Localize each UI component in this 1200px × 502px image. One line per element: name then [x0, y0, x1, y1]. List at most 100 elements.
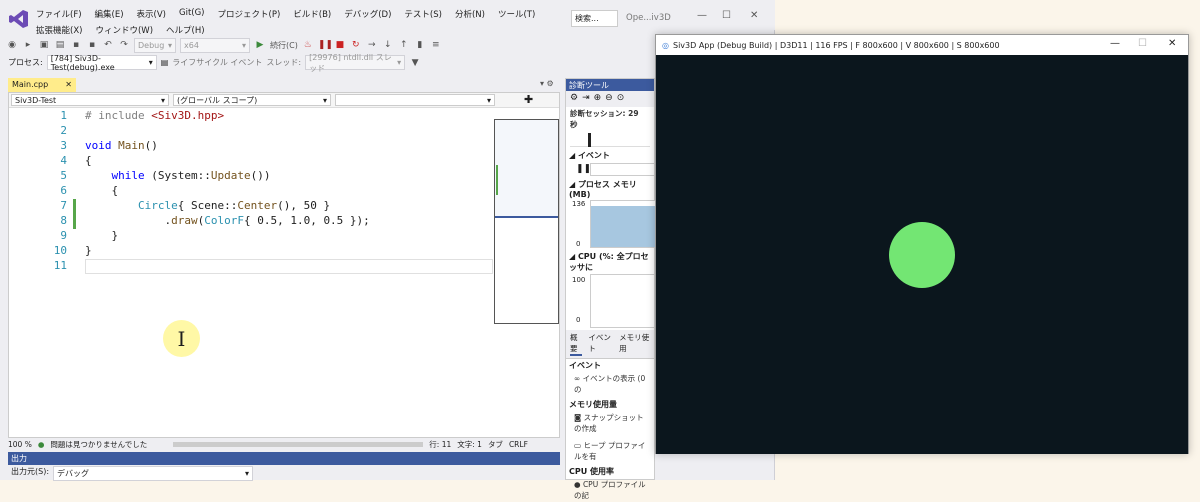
open-icon[interactable]: ▤ [54, 40, 66, 50]
split-icon[interactable]: ✚ [524, 93, 533, 106]
new-item-icon[interactable]: ▣ [38, 40, 50, 50]
save-all-icon[interactable]: ▪ [86, 40, 98, 50]
minimize-icon[interactable]: — [1110, 38, 1120, 49]
line-number: 10 [53, 244, 67, 257]
close-tab-icon[interactable]: ✕ [65, 80, 72, 90]
summary-events-heading: イベント [569, 361, 601, 370]
tab-events[interactable]: イベント [588, 332, 613, 356]
menu-edit[interactable]: 編集(E) [95, 8, 124, 20]
line-number: 4 [60, 154, 67, 167]
restart-icon[interactable]: ↻ [350, 40, 362, 50]
tab-list-chevron-icon[interactable]: ▾ ⚙ [540, 79, 554, 88]
config-select[interactable]: Debug ▾ [134, 37, 176, 53]
ok-icon: ● [37, 439, 45, 449]
close-icon[interactable]: ✕ [750, 10, 758, 21]
filter-icon[interactable]: ▼ [409, 58, 421, 68]
minimize-icon[interactable]: — [697, 10, 707, 21]
zoom-out-icon[interactable]: ⊖ [605, 93, 613, 105]
timeline-ruler[interactable] [570, 133, 650, 147]
continue-icon[interactable]: ▶ [254, 40, 266, 50]
comment-icon[interactable]: ≡ [430, 40, 442, 50]
code-line-1: # include <Siv3D.hpp> [85, 109, 225, 122]
app-canvas[interactable] [656, 55, 1188, 454]
back-icon[interactable]: ◉ [6, 40, 18, 50]
pause-icon[interactable]: ❚❚ [318, 40, 333, 50]
step-out-icon[interactable]: ↑ [398, 40, 410, 50]
menu-extensions[interactable]: 拡張機能(X) [36, 24, 82, 36]
memory-chart: 136 0 [566, 200, 656, 250]
platform-select[interactable]: x64 ▾ [180, 37, 250, 53]
process-select[interactable]: [784] Siv3D-Test(debug).exe ▾ [46, 54, 157, 72]
code-line-10: } [85, 244, 92, 257]
reset-zoom-icon[interactable]: ⊙ [617, 93, 625, 105]
green-circle [889, 222, 955, 288]
cpu-profile-link[interactable]: ● CPU プロファイルの記 [566, 478, 654, 502]
maximize-icon[interactable]: ☐ [722, 10, 731, 21]
stop-icon[interactable]: ■ [334, 40, 346, 50]
cpu-max-label: 100 [572, 276, 586, 284]
hot-reload-icon[interactable]: ♨ [302, 40, 314, 50]
issues-text[interactable]: 問題は見つかりませんでした [50, 439, 147, 450]
tab-summary[interactable]: 概要 [570, 332, 583, 356]
timeline-marker[interactable] [588, 133, 591, 147]
visual-studio-logo-icon [9, 10, 28, 28]
minimap[interactable] [494, 119, 559, 324]
export-icon[interactable]: ⇥ [582, 93, 590, 105]
output-source-select[interactable]: デバッグ ▾ [53, 466, 254, 481]
zoom-in-icon[interactable]: ⊕ [594, 93, 602, 105]
forward-icon[interactable]: ▸ [22, 40, 34, 50]
minimap-viewport[interactable] [495, 120, 558, 218]
member-dropdown[interactable]: ▾ [335, 94, 495, 106]
maximize-icon[interactable]: ☐ [1138, 38, 1147, 49]
menu-analyze[interactable]: 分析(N) [455, 8, 485, 20]
search-input[interactable]: 検索... [571, 10, 618, 27]
tab-main-cpp[interactable]: Main.cpp ✕ [8, 78, 76, 92]
project-dropdown[interactable]: Siv3D-Test ▾ [11, 94, 169, 106]
horizontal-scrollbar[interactable] [173, 441, 424, 447]
pause-icon[interactable]: ❚❚ [576, 164, 591, 174]
save-icon[interactable]: ▪ [70, 40, 82, 50]
bookmark-icon[interactable]: ▮ [414, 40, 426, 50]
menu-file[interactable]: ファイル(F) [36, 8, 82, 20]
show-events-link[interactable]: ∞ イベントの表示 (0 の [566, 372, 654, 396]
menu-project[interactable]: プロジェクト(P) [218, 8, 281, 20]
code-line-5: while (System::Update()) [85, 169, 271, 182]
settings-icon[interactable]: ⚙ [570, 93, 578, 105]
take-snapshot-link[interactable]: ◙ スナップショットの作成 [566, 411, 654, 435]
step-over-icon[interactable]: → [366, 40, 378, 50]
menu-window[interactable]: ウィンドウ(W) [95, 24, 153, 36]
code-area[interactable]: 1 2 3 4 5 6 7 8 9 10 11 # include <Siv3D… [9, 109, 494, 409]
menu-git[interactable]: Git(G) [179, 8, 205, 20]
redo-icon[interactable]: ↷ [118, 40, 130, 50]
menu-build[interactable]: ビルド(B) [293, 8, 331, 20]
step-into-icon[interactable]: ↓ [382, 40, 394, 50]
chevron-down-icon: ▾ [486, 95, 491, 105]
cpu-chart: 100 0 [566, 274, 656, 330]
document-tabs: Main.cpp ✕ ▾ ⚙ [0, 78, 560, 92]
menu-help[interactable]: ヘルプ(H) [166, 24, 205, 36]
tab-indicator: タブ [487, 439, 503, 449]
undo-icon[interactable]: ↶ [102, 40, 114, 50]
line-number: 2 [60, 124, 67, 137]
line-number: 1 [60, 109, 67, 122]
menu-tools[interactable]: ツール(T) [498, 8, 535, 20]
diagnostic-title: 診断ツール [566, 79, 654, 91]
thread-select[interactable]: [29976] ntdll.dll スレッド ▾ [305, 53, 406, 73]
menu-view[interactable]: 表示(V) [137, 8, 166, 20]
platform-value: x64 [184, 40, 199, 50]
lifecycle-icon[interactable]: ▤ [161, 58, 169, 67]
close-icon[interactable]: ✕ [1168, 38, 1176, 49]
events-track: ❚❚ [566, 162, 656, 178]
continue-label[interactable]: 続行(C) [270, 40, 298, 51]
menu-test[interactable]: テスト(S) [404, 8, 442, 20]
code-editor[interactable]: Siv3D-Test ▾ (グローバル スコープ) ▾ ▾ ✚ 1 2 3 4 5 … [8, 92, 560, 438]
menu-debug[interactable]: デバッグ(D) [344, 8, 391, 20]
heap-profile-link[interactable]: ▭ ヒープ プロファイルを有 [566, 439, 654, 463]
tab-memory[interactable]: メモリ使用 [619, 332, 650, 356]
zoom-level[interactable]: 100 % [8, 440, 32, 449]
scope-dropdown[interactable]: (グローバル スコープ) ▾ [173, 94, 331, 106]
memory-max-label: 136 [572, 200, 586, 208]
lifecycle-events[interactable]: ライフサイクル イベント [172, 57, 262, 68]
scope-name: (グローバル スコープ) [177, 95, 258, 105]
diagnostic-toolbar: ⚙ ⇥ ⊕ ⊖ ⊙ [566, 91, 654, 107]
